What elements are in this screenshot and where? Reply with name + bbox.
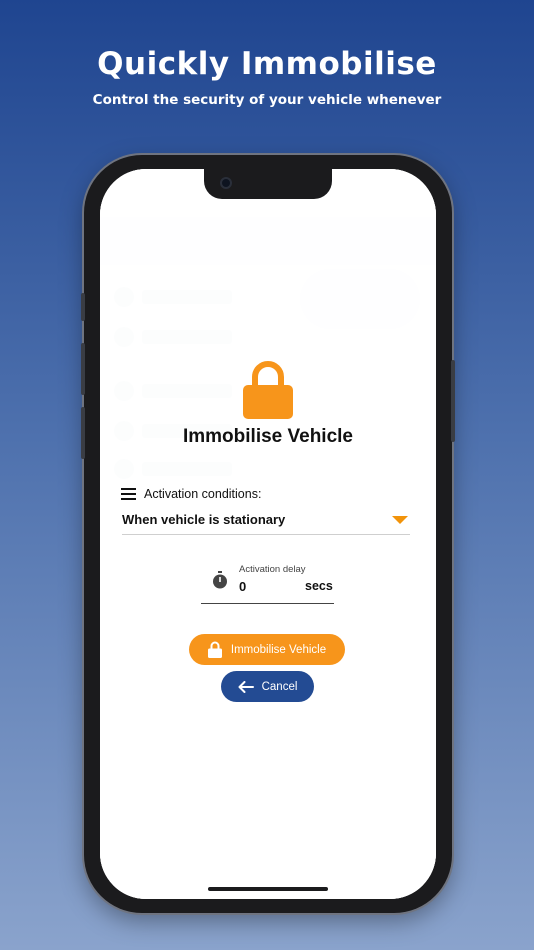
phone-side-button	[81, 293, 85, 321]
phone-notch	[204, 169, 332, 199]
dropdown-arrow-icon	[392, 515, 408, 524]
stopwatch-icon	[213, 571, 227, 589]
activation-conditions-label: Activation conditions:	[121, 487, 262, 501]
activation-conditions-text: Activation conditions:	[144, 487, 262, 501]
hero-subtitle: Control the security of your vehicle whe…	[92, 92, 442, 108]
back-arrow-icon	[238, 680, 254, 693]
activation-delay-unit: secs	[305, 579, 333, 593]
dialog-title: Immobilise Vehicle	[182, 426, 354, 447]
lock-icon	[243, 361, 293, 419]
activation-delay-input[interactable]: 0	[239, 579, 246, 594]
cancel-button[interactable]: Cancel	[221, 671, 314, 702]
phone-volume-down	[81, 407, 85, 459]
phone-volume-up	[81, 343, 85, 395]
list-icon	[121, 488, 136, 500]
phone-screen: Immobilise Vehicle Activation conditions…	[100, 169, 436, 899]
home-indicator	[208, 887, 328, 891]
hero-title: Quickly Immobilise	[97, 46, 437, 82]
immobilise-vehicle-button[interactable]: Immobilise Vehicle	[189, 634, 345, 665]
activation-delay-underline	[201, 603, 334, 604]
immobilise-vehicle-label: Immobilise Vehicle	[230, 643, 327, 656]
phone-frame: Immobilise Vehicle Activation conditions…	[81, 155, 455, 913]
activation-condition-value: When vehicle is stationary	[122, 512, 286, 527]
camera-icon	[220, 177, 232, 189]
activation-condition-select[interactable]: When vehicle is stationary	[122, 505, 410, 535]
activation-delay-label: Activation delay	[239, 564, 306, 575]
lock-icon	[207, 641, 222, 658]
cancel-label: Cancel	[261, 680, 298, 693]
phone-power-button	[451, 360, 455, 442]
